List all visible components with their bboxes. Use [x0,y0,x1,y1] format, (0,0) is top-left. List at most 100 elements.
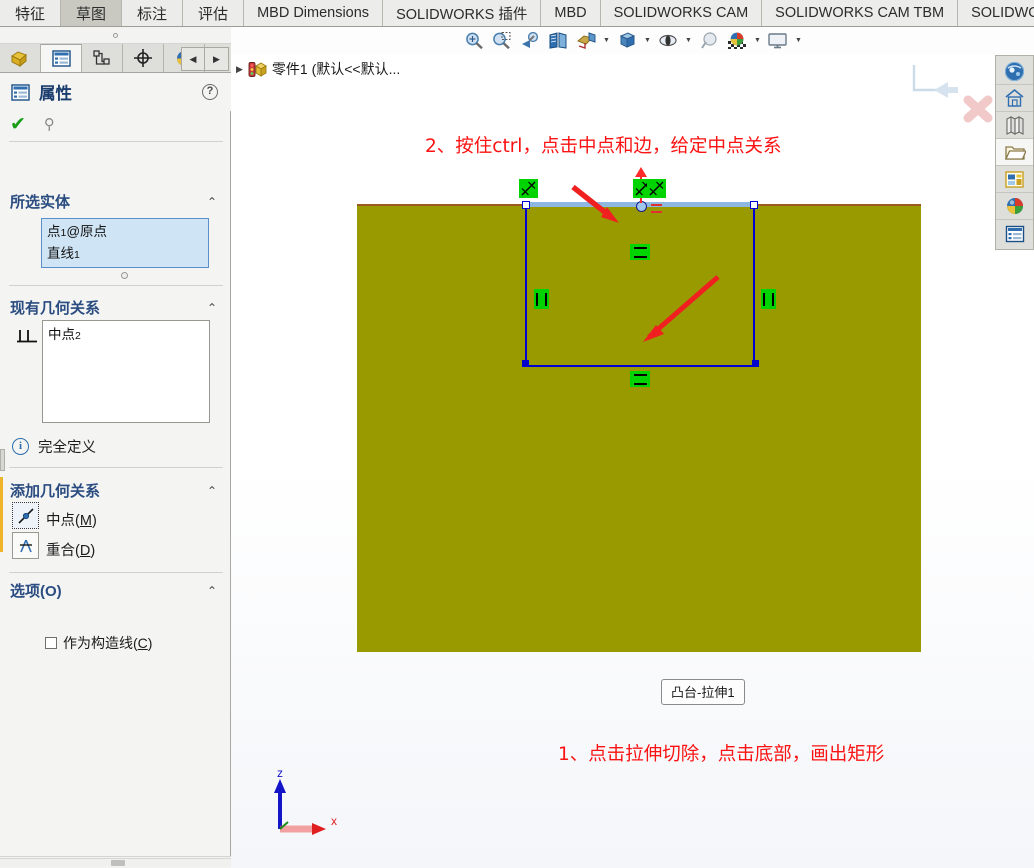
midpoint-relation-marker-left[interactable] [519,179,538,198]
splitter-grip-icon[interactable] [113,33,118,38]
divider [9,572,223,573]
list-item[interactable]: 直线1 [47,243,203,265]
apply-scene-icon[interactable] [724,29,750,53]
view-settings-icon[interactable] [765,29,791,53]
midpoint-relation-marker-top-b[interactable] [647,179,666,198]
ribbon-tab-mbd[interactable]: MBD [541,0,601,26]
confirmation-corner[interactable] [906,60,996,130]
appearances-scenes-icon[interactable] [996,193,1033,220]
ribbon-tab-markup[interactable]: 标注 [122,0,184,26]
chevron-up-icon[interactable]: ⌃ [207,301,217,315]
midpoint-dash-marker-b [651,211,662,214]
ribbon-tab-sketch[interactable]: 草图 [61,0,123,26]
dimxpert-icon [134,49,152,67]
solidworks-window: 特征 草图 标注 评估 MBD Dimensions SOLIDWORKS 插件… [0,0,1034,868]
hide-show-items-icon[interactable] [655,29,681,53]
chevron-down-icon[interactable]: ▼ [683,37,694,44]
coincident-relation-icon [19,539,32,552]
zoom-to-area-icon[interactable] [489,29,515,53]
feature-manager-tree-tab[interactable] [0,44,41,72]
sketch-endpoint-top-right[interactable] [750,201,758,209]
construction-geometry-checkbox-row[interactable]: 作为构造线(C) [45,633,152,653]
divider [9,141,223,142]
section-view-icon[interactable] [545,29,571,53]
construction-geometry-checkbox[interactable] [45,637,57,649]
chevron-down-icon[interactable]: ▼ [793,37,804,44]
selected-entities-list[interactable]: 点1@原点 直线1 [41,218,209,268]
manager-tab-next-button[interactable]: ▶ [205,47,229,71]
manager-tab-prev-button[interactable]: ◀ [181,47,205,71]
feature-tree-root-row[interactable]: ▶ 零件1 (默认<<默认... [236,59,400,79]
midpoint-direction-arrow [635,167,647,177]
add-coincident-relation-button[interactable] [12,532,39,559]
parallel-relation-marker-right[interactable] [761,289,776,309]
midpoint-dash-marker-a [651,204,662,207]
panel-accent-bar [0,477,3,552]
file-explorer-icon[interactable] [996,112,1033,139]
scrollbar-thumb[interactable] [111,860,125,866]
previous-view-icon[interactable] [517,29,543,53]
accept-button[interactable]: ✔ [10,115,26,134]
view-palette-icon[interactable] [996,166,1033,193]
configuration-manager-tab[interactable] [82,44,123,72]
construction-geometry-label: 作为构造线(C) [63,635,153,651]
graphics-viewport[interactable]: ▼ ▼ ▼ ▼ ▼ ▶ 零件1 (默认<<默认... 2、按住ctrl，点击中点… [231,27,1034,868]
chevron-down-icon[interactable]: ▼ [642,37,653,44]
ribbon-tab-bar: 特征 草图 标注 评估 MBD Dimensions SOLIDWORKS 插件… [0,0,1034,27]
feature-tree-icon [10,50,27,67]
help-icon[interactable]: ? [202,84,218,100]
chevron-down-icon[interactable]: ▼ [601,37,612,44]
ribbon-tab-evaluate[interactable]: 评估 [183,0,245,26]
custom-properties-icon[interactable] [996,220,1033,247]
list-item[interactable]: 中点2 [48,323,204,343]
property-manager-header: 属性 ? [0,73,231,111]
ribbon-tab-solidworks-cam-tbm[interactable]: SOLIDWORKS CAM TBM [762,0,959,26]
section-title-existing-relations: 现有几何关系 [10,300,101,317]
section-header-add-relations[interactable]: 添加几何关系 ⌃ [0,477,231,504]
chevron-up-icon[interactable]: ⌃ [207,484,217,498]
relation-type-icon [16,326,40,348]
ribbon-tab-solidworks-addins[interactable]: SOLIDWORKS 插件 [383,0,542,26]
ribbon-tab-features[interactable]: 特征 [0,0,62,26]
display-style-icon[interactable] [614,29,640,53]
equal-relation-marker-bottom[interactable] [630,371,650,387]
panel-collapse-handle[interactable] [0,449,5,471]
sketch-endpoint-bottom-left[interactable] [522,360,529,367]
equal-relation-marker-top[interactable] [630,244,650,260]
chevron-up-icon[interactable]: ⌃ [207,584,217,598]
section-title-options: 选项(O) [10,583,62,600]
chevron-down-icon[interactable]: ▼ [752,37,763,44]
ribbon-tab-mbd-dimensions[interactable]: MBD Dimensions [244,0,384,26]
add-midpoint-relation-button[interactable] [12,502,39,529]
sketch-endpoint-top-left[interactable] [522,201,530,209]
selection-box-resize-grip[interactable] [121,272,128,279]
expand-arrow-icon[interactable]: ▶ [236,64,243,75]
solidworks-resources-icon[interactable] [996,58,1033,85]
sketch-endpoint-bottom-right[interactable] [752,360,759,367]
view-orientation-icon[interactable] [573,29,599,53]
section-header-options[interactable]: 选项(O) ⌃ [0,577,231,604]
property-manager-tab[interactable] [41,44,82,72]
info-icon: i [12,437,29,455]
list-item[interactable]: 点1@原点 [47,221,203,243]
design-library-icon[interactable] [996,85,1033,112]
panel-horizontal-scrollbar[interactable] [0,858,231,866]
edit-appearance-icon[interactable] [696,29,722,53]
dimxpert-manager-tab[interactable] [123,44,164,72]
chevron-up-icon[interactable]: ⌃ [207,195,217,209]
feature-callout-label[interactable]: 凸台-拉伸1 [661,679,745,705]
add-midpoint-relation-label: 中点(M) [46,513,97,529]
existing-relations-list[interactable]: 中点2 [42,320,210,423]
section-title-add-relations: 添加几何关系 [10,483,101,500]
section-header-existing-relations[interactable]: 现有几何关系 ⌃ [0,294,231,321]
search-folder-icon[interactable] [996,139,1033,166]
panel-splitter[interactable] [0,27,231,44]
parallel-relation-marker-left[interactable] [534,289,549,309]
zoom-to-fit-icon[interactable] [461,29,487,53]
pin-icon[interactable]: ⚲ [44,115,55,133]
section-header-selected-entities[interactable]: 所选实体 ⌃ [0,188,231,215]
ribbon-tab-solidworks-inspection[interactable]: SOLIDWORKS In... [958,0,1034,26]
property-manager-title-icon [11,83,30,101]
ribbon-tab-solidworks-cam[interactable]: SOLIDWORKS CAM [600,0,763,26]
sketch-rectangle[interactable] [525,204,755,367]
